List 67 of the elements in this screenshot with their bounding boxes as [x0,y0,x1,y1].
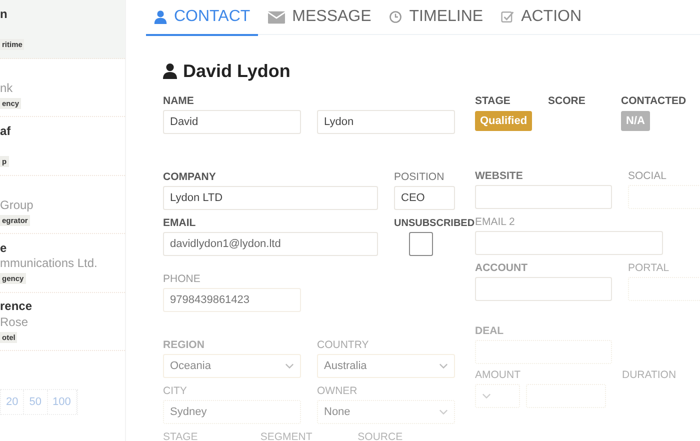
tab[interactable]: TIMELINE [381,0,492,36]
field-label: STAGE [163,431,199,441]
input-field[interactable]: 9798439861423 [163,288,301,312]
company-name: mmunications Ltd. [0,256,98,270]
input-field[interactable] [526,384,606,408]
input-field[interactable]: Sydney [163,400,301,424]
field-label: WEBSITE [475,170,524,183]
input-field[interactable]: CEO [394,186,455,210]
field-label: EMAIL [163,217,197,230]
input-field[interactable] [628,277,700,301]
field-label: SCORE [548,95,586,108]
input-field[interactable] [475,340,612,364]
input-field[interactable] [475,185,612,209]
field-label: AMOUNT [475,369,522,382]
contact-name: rence [0,299,32,314]
input-field[interactable] [475,231,663,255]
field-label: SOURCE [358,431,404,441]
checkbox[interactable] [409,232,433,256]
contact-name: n [0,6,8,21]
status-badge: N/A [621,111,650,131]
company-name: nk [0,80,13,95]
contact-name: e [0,240,7,255]
tab[interactable]: ACTION [493,0,590,36]
country-select[interactable]: Australia [317,354,455,378]
company-name: Group [0,198,34,212]
tab[interactable]: MESSAGE [260,0,380,36]
input-field[interactable]: Lydon LTD [163,186,378,210]
input-field[interactable]: Lydon [317,110,455,134]
input-field[interactable]: David [163,110,301,134]
field-label: COUNTRY [317,339,370,352]
caret-icon [482,393,491,399]
field-label: EMAIL 2 [475,216,516,229]
field-label: DURATION [622,369,676,382]
owner-select[interactable]: None [317,400,455,424]
input-field[interactable] [628,185,700,209]
clock-icon [389,10,402,24]
field-label: PHONE [163,273,202,286]
field-label: NAME [163,95,195,108]
region-select[interactable]: Oceania [163,354,301,378]
status-badge: Qualified [475,111,532,131]
person-icon [154,10,167,24]
field-label: UNSUBSCRIBED [394,217,475,230]
field-label: CITY [163,385,188,398]
field-label: STAGE [475,95,512,108]
input-field[interactable] [475,277,612,301]
field-label: POSITION [394,171,446,184]
caret-icon [285,363,294,369]
field-label: ACCOUNT [475,262,528,275]
field-label: COMPANY [163,171,217,184]
envelope-icon [268,10,286,24]
field-label: PORTAL [628,262,670,275]
input-field[interactable]: davidlydon1@lydon.ltd [163,232,378,256]
contact-name: af [0,124,11,138]
field-label: CONTACTED [621,95,686,108]
tab[interactable]: CONTACT [146,0,258,36]
field-label: OWNER [317,385,358,398]
field-label: SOCIAL [628,170,668,183]
field-label: REGION [163,339,206,352]
contact-title: David Lydon [183,60,290,82]
person-icon [163,63,177,79]
field-label: DEAL [475,325,505,338]
currency-select[interactable] [475,384,520,408]
caret-icon [439,409,448,415]
caret-icon [439,363,448,369]
field-label: SEGMENT [260,431,314,441]
checkbox-icon [501,10,514,24]
company-name: Rose [0,314,28,329]
